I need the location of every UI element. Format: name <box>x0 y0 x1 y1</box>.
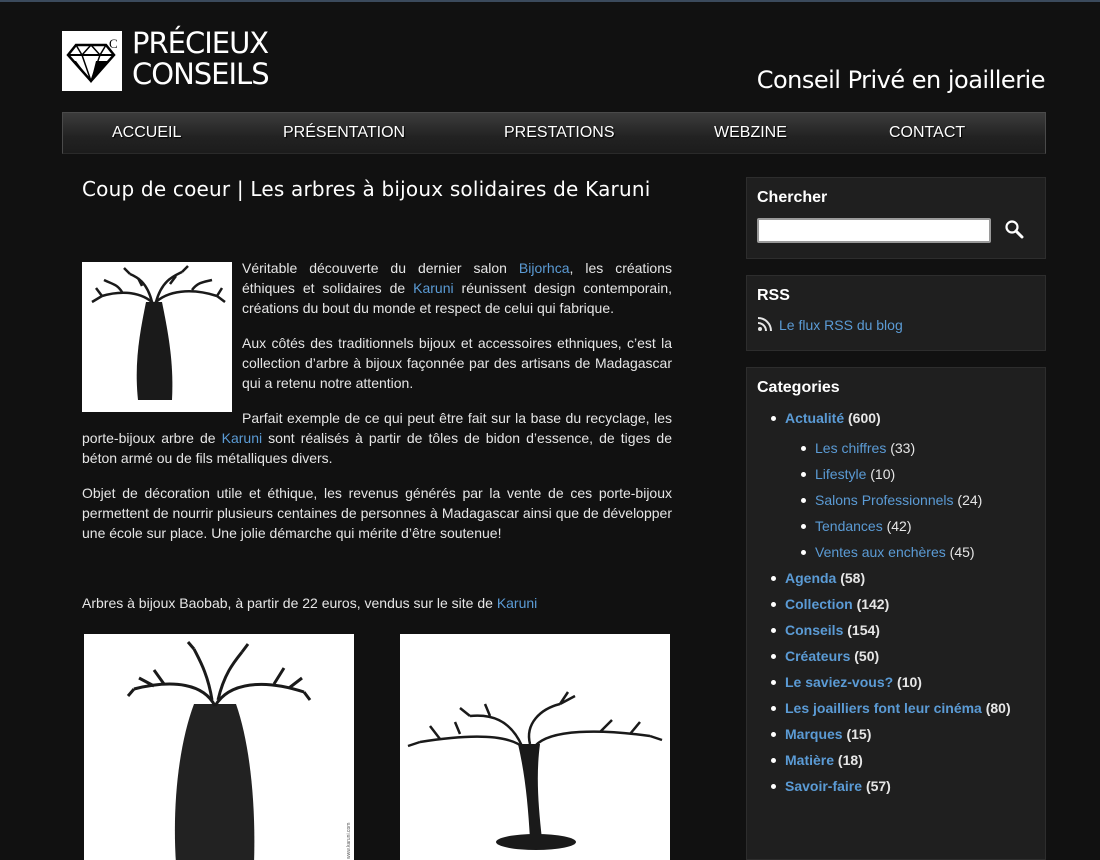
search-widget-title: Chercher <box>757 189 828 206</box>
rss-icon <box>757 316 773 336</box>
category-matiere[interactable]: Matière (18) <box>771 750 863 770</box>
category-tendances[interactable]: Tendances (42) <box>801 516 912 536</box>
category-le-saviez-vous[interactable]: Le saviez-vous? (10) <box>771 672 922 692</box>
category-ventes-aux-encheres[interactable]: Ventes aux enchères (45) <box>801 542 975 562</box>
article-header: Coup de coeur | Les arbres à bijoux soli… <box>82 176 672 202</box>
category-agenda[interactable]: Agenda (58) <box>771 568 865 588</box>
category-createurs[interactable]: Créateurs (50) <box>771 646 879 666</box>
search-icon <box>1005 220 1024 239</box>
logo-line-1: PRÉCIEUX <box>132 26 269 60</box>
nav-webzine[interactable]: WEBZINE <box>714 113 787 153</box>
baobab-photo-image[interactable]: www.karuni.com <box>84 634 354 860</box>
category-actualite[interactable]: Actualité (600) <box>771 408 881 428</box>
category-les-joailliers-font-leur-cinema[interactable]: Les joailliers font leur cinéma (80) <box>771 698 1011 718</box>
link-karuni-1[interactable]: Karuni <box>413 280 453 296</box>
rss-widget: RSS Le flux RSS du blog <box>746 275 1046 351</box>
search-button[interactable] <box>1003 218 1027 242</box>
search-input[interactable] <box>757 218 991 243</box>
search-widget: Chercher <box>746 177 1046 259</box>
category-collection[interactable]: Collection (142) <box>771 594 889 614</box>
category-les-chiffres[interactable]: Les chiffres (33) <box>801 438 915 458</box>
site-tagline: Conseil Privé en joaillerie <box>756 66 1046 94</box>
logo-diamond-icon[interactable]: C <box>62 31 122 91</box>
category-conseils[interactable]: Conseils (154) <box>771 620 880 640</box>
top-border <box>0 0 1100 2</box>
categories-widget: Categories Actualité (600) Les chiffres … <box>746 367 1046 860</box>
article-body: Véritable découverte du dernier salon Bi… <box>82 258 672 558</box>
acacia-tree-photo-image[interactable] <box>400 634 670 860</box>
nav-contact[interactable]: CONTACT <box>889 113 965 153</box>
photo-watermark: www.karuni.com <box>346 823 352 859</box>
category-savoir-faire[interactable]: Savoir-faire (57) <box>771 776 891 796</box>
baobab-thumbnail-image[interactable] <box>82 262 232 412</box>
logo-line-2: CONSEILS <box>132 57 270 91</box>
category-salons-professionnels[interactable]: Salons Professionnels (24) <box>801 490 982 510</box>
rss-feed-link[interactable]: Le flux RSS du blog <box>757 316 903 334</box>
link-karuni-3[interactable]: Karuni <box>497 595 537 611</box>
main-nav: ACCUEIL PRÉSENTATION PRESTATIONS WEBZINE… <box>62 112 1046 154</box>
nav-accueil[interactable]: ACCUEIL <box>112 113 181 153</box>
category-lifestyle[interactable]: Lifestyle (10) <box>801 464 895 484</box>
article-paragraph-4: Objet de décoration utile et éthique, le… <box>82 485 672 541</box>
logo-mark: C <box>109 36 118 51</box>
categories-widget-title: Categories <box>757 379 840 396</box>
site-logo-text[interactable]: PRÉCIEUX CONSEILS <box>132 26 270 91</box>
rss-link-label[interactable]: Le flux RSS du blog <box>779 317 903 333</box>
image-caption: Arbres à bijoux Baobab, à partir de 22 e… <box>82 595 538 611</box>
rss-widget-title: RSS <box>757 287 790 304</box>
link-bijorhca[interactable]: Bijorhca <box>519 260 570 276</box>
nav-prestations[interactable]: PRESTATIONS <box>504 113 615 153</box>
article-paragraph-3: Parfait exemple de ce qui peut être fait… <box>82 410 673 466</box>
link-karuni-2[interactable]: Karuni <box>222 430 262 446</box>
nav-presentation[interactable]: PRÉSENTATION <box>283 113 405 153</box>
category-marques[interactable]: Marques (15) <box>771 724 871 744</box>
post-title[interactable]: Coup de coeur | Les arbres à bijoux soli… <box>82 176 672 202</box>
